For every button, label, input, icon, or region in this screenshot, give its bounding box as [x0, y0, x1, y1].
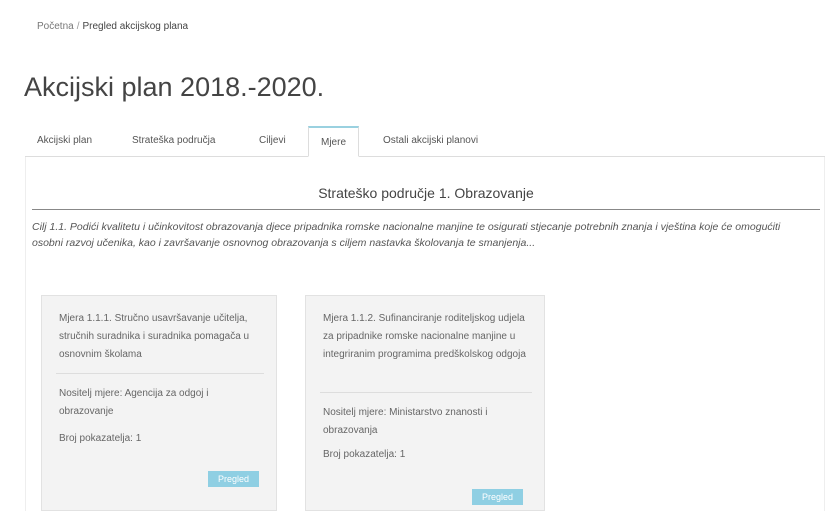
tab-goals[interactable]: Ciljevi [247, 126, 298, 156]
card-divider [320, 392, 532, 393]
measure-holder: Nositelj mjere: Ministarstvo znanosti i … [323, 407, 488, 436]
view-button[interactable]: Pregled [208, 471, 259, 487]
breadcrumb-separator: / [76, 21, 80, 32]
page-title: Akcijski plan 2018.-2020. [24, 72, 325, 102]
indicator-count: Broj pokazatelja: 1 [59, 433, 142, 444]
card-divider [56, 373, 264, 374]
strategic-area-title: Strateško područje 1. Obrazovanje [318, 185, 534, 201]
indicator-count: Broj pokazatelja: 1 [323, 449, 406, 460]
view-button[interactable]: Pregled [472, 489, 523, 505]
tab-strategic-areas[interactable]: Strateška područja [120, 126, 227, 156]
tab-bar: Akcijski plan Strateška područja Ciljevi… [25, 126, 825, 157]
breadcrumb: Početna / Pregled akcijskog plana [37, 21, 188, 32]
measure-card: Mjera 1.1.2. Sufinanciranje roditeljskog… [305, 295, 545, 511]
breadcrumb-home-link[interactable]: Početna [37, 21, 74, 32]
measure-card: Mjera 1.1.1. Stručno usavršavanje učitel… [41, 295, 277, 511]
tab-other-action-plans[interactable]: Ostali akcijski planovi [371, 126, 490, 156]
tab-action-plan[interactable]: Akcijski plan [25, 126, 104, 156]
measures-panel: Strateško područje 1. Obrazovanje Cilj 1… [25, 157, 825, 511]
section-divider [32, 209, 820, 210]
breadcrumb-current: Pregled akcijskog plana [82, 21, 189, 32]
measure-title: Mjera 1.1.1. Stručno usavršavanje učitel… [59, 313, 250, 360]
goal-description: Cilj 1.1. Podići kvalitetu i učinkovitos… [32, 221, 781, 249]
tab-measures[interactable]: Mjere [308, 126, 360, 157]
measure-holder: Nositelj mjere: Agencija za odgoj i obra… [59, 388, 209, 417]
page: Početna / Pregled akcijskog plana Akcijski… [0, 0, 837, 511]
measure-title: Mjera 1.1.2. Sufinanciranje roditeljskog… [323, 313, 526, 360]
